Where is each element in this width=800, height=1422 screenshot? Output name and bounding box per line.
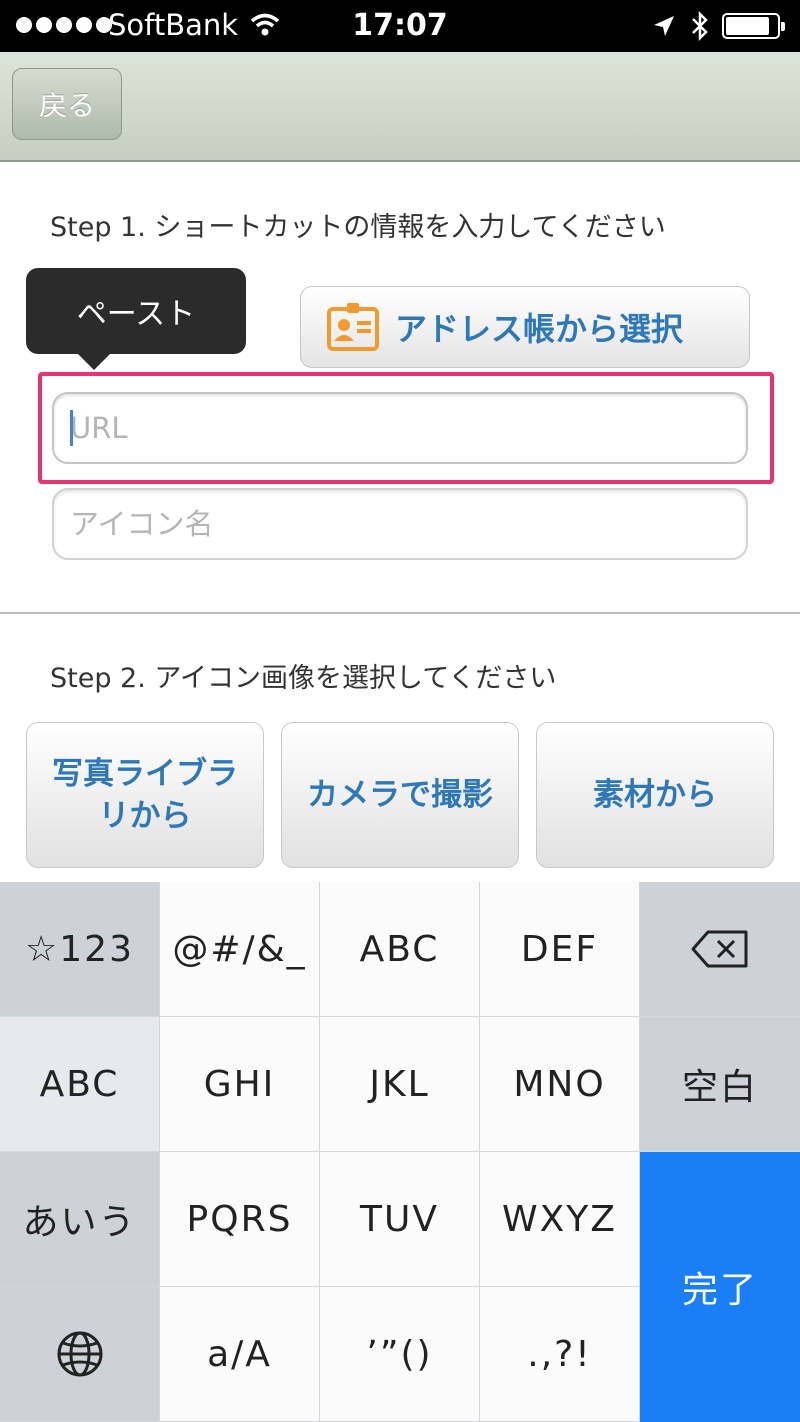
navigation-bar: 戻る xyxy=(0,52,800,162)
key-done[interactable]: 完了 xyxy=(640,1152,800,1422)
section-divider xyxy=(0,612,800,614)
key-pqrs[interactable]: PQRS xyxy=(160,1152,320,1287)
text-cursor xyxy=(70,410,73,446)
back-button[interactable]: 戻る xyxy=(12,68,122,140)
battery-level-fill xyxy=(726,17,769,35)
battery-icon xyxy=(722,13,785,39)
key-jkl[interactable]: JKL xyxy=(320,1017,480,1152)
paste-tooltip[interactable]: ペースト xyxy=(26,268,246,370)
key-wxyz[interactable]: WXYZ xyxy=(480,1152,640,1287)
key-def[interactable]: DEF xyxy=(480,882,640,1017)
step2-label: Step 2. アイコン画像を選択してください xyxy=(50,663,557,694)
material-button[interactable]: 素材から xyxy=(536,722,774,868)
key-abc-mode[interactable]: ABC xyxy=(0,1017,160,1152)
globe-icon xyxy=(57,1331,102,1377)
bluetooth-icon xyxy=(692,10,708,42)
key-case-toggle[interactable]: a/A xyxy=(160,1287,320,1422)
key-backspace[interactable] xyxy=(640,882,800,1017)
backspace-icon xyxy=(691,930,748,968)
key-space[interactable]: 空白 xyxy=(640,1017,800,1152)
icon-name-input[interactable] xyxy=(52,488,748,560)
key-mno[interactable]: MNO xyxy=(480,1017,640,1152)
key-punctuation[interactable]: .,?! xyxy=(480,1287,640,1422)
keyboard: ☆123 @#/&_ ABC DEF ABC GHI JKL MNO 空白 あい… xyxy=(0,882,800,1422)
step1-label: Step 1. ショートカットの情報を入力してください xyxy=(50,212,666,243)
key-quotes[interactable]: ’”() xyxy=(320,1287,480,1422)
key-kana-mode[interactable]: あいう xyxy=(0,1152,160,1287)
clock: 17:07 xyxy=(352,8,448,43)
camera-button[interactable]: カメラで撮影 xyxy=(281,722,519,868)
url-input[interactable] xyxy=(52,392,748,464)
key-symbols[interactable]: @#/&_ xyxy=(160,882,320,1017)
location-icon xyxy=(654,16,674,36)
photo-library-button[interactable]: 写真ライブラリから xyxy=(26,722,264,868)
key-ghi[interactable]: GHI xyxy=(160,1017,320,1152)
address-book-button-label: アドレス帳から選択 xyxy=(395,310,684,348)
key-tuv[interactable]: TUV xyxy=(320,1152,480,1287)
status-bar: SoftBank 17:07 xyxy=(0,0,800,52)
key-symbols-mode[interactable]: ☆123 xyxy=(0,882,160,1017)
address-book-button[interactable]: アドレス帳から選択 xyxy=(300,286,750,368)
key-abc[interactable]: ABC xyxy=(320,882,480,1017)
key-globe[interactable] xyxy=(0,1287,160,1422)
address-card-icon xyxy=(327,303,379,351)
